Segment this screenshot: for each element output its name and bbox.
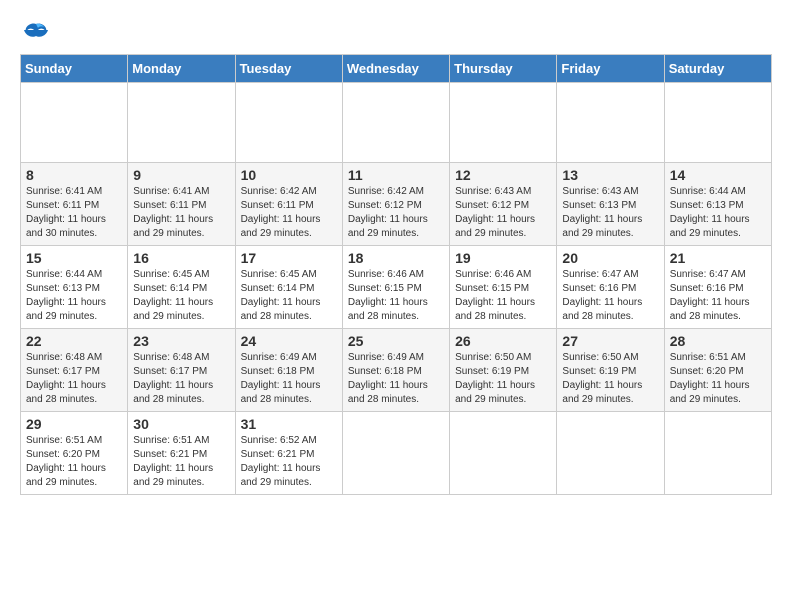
- calendar-cell: 19 Sunrise: 6:46 AMSunset: 6:15 PMDaylig…: [450, 246, 557, 329]
- logo-bird-icon: [22, 20, 50, 48]
- day-info: Sunrise: 6:44 AMSunset: 6:13 PMDaylight:…: [26, 269, 106, 322]
- day-info: Sunrise: 6:42 AMSunset: 6:12 PMDaylight:…: [348, 186, 428, 239]
- day-number: 13: [562, 167, 658, 183]
- calendar-cell: 29 Sunrise: 6:51 AMSunset: 6:20 PMDaylig…: [21, 412, 128, 495]
- day-number: 30: [133, 416, 229, 432]
- day-number: 25: [348, 333, 444, 349]
- day-info: Sunrise: 6:42 AMSunset: 6:11 PMDaylight:…: [241, 186, 321, 239]
- logo: [20, 20, 50, 44]
- calendar-cell: 9 Sunrise: 6:41 AMSunset: 6:11 PMDayligh…: [128, 163, 235, 246]
- week-row-4: 22 Sunrise: 6:48 AMSunset: 6:17 PMDaylig…: [21, 329, 772, 412]
- calendar-table: SundayMondayTuesdayWednesdayThursdayFrid…: [20, 54, 772, 495]
- page-header: [20, 20, 772, 44]
- day-number: 23: [133, 333, 229, 349]
- day-info: Sunrise: 6:45 AMSunset: 6:14 PMDaylight:…: [133, 269, 213, 322]
- calendar-cell: 26 Sunrise: 6:50 AMSunset: 6:19 PMDaylig…: [450, 329, 557, 412]
- calendar-cell: [342, 412, 449, 495]
- col-header-tuesday: Tuesday: [235, 55, 342, 83]
- calendar-cell: 10 Sunrise: 6:42 AMSunset: 6:11 PMDaylig…: [235, 163, 342, 246]
- day-info: Sunrise: 6:49 AMSunset: 6:18 PMDaylight:…: [348, 352, 428, 405]
- col-header-friday: Friday: [557, 55, 664, 83]
- day-info: Sunrise: 6:50 AMSunset: 6:19 PMDaylight:…: [455, 352, 535, 405]
- calendar-cell: [21, 83, 128, 163]
- day-number: 20: [562, 250, 658, 266]
- day-number: 22: [26, 333, 122, 349]
- day-info: Sunrise: 6:51 AMSunset: 6:20 PMDaylight:…: [670, 352, 750, 405]
- week-row-2: 8 Sunrise: 6:41 AMSunset: 6:11 PMDayligh…: [21, 163, 772, 246]
- day-number: 26: [455, 333, 551, 349]
- calendar-cell: 20 Sunrise: 6:47 AMSunset: 6:16 PMDaylig…: [557, 246, 664, 329]
- calendar-cell: 27 Sunrise: 6:50 AMSunset: 6:19 PMDaylig…: [557, 329, 664, 412]
- calendar-cell: 12 Sunrise: 6:43 AMSunset: 6:12 PMDaylig…: [450, 163, 557, 246]
- day-info: Sunrise: 6:46 AMSunset: 6:15 PMDaylight:…: [348, 269, 428, 322]
- calendar-cell: [450, 412, 557, 495]
- calendar-cell: 22 Sunrise: 6:48 AMSunset: 6:17 PMDaylig…: [21, 329, 128, 412]
- day-info: Sunrise: 6:43 AMSunset: 6:13 PMDaylight:…: [562, 186, 642, 239]
- day-number: 17: [241, 250, 337, 266]
- day-number: 27: [562, 333, 658, 349]
- day-number: 12: [455, 167, 551, 183]
- day-info: Sunrise: 6:51 AMSunset: 6:20 PMDaylight:…: [26, 435, 106, 488]
- week-row-5: 29 Sunrise: 6:51 AMSunset: 6:20 PMDaylig…: [21, 412, 772, 495]
- calendar-cell: 13 Sunrise: 6:43 AMSunset: 6:13 PMDaylig…: [557, 163, 664, 246]
- day-number: 11: [348, 167, 444, 183]
- day-number: 8: [26, 167, 122, 183]
- day-number: 14: [670, 167, 766, 183]
- calendar-cell: [664, 83, 771, 163]
- day-info: Sunrise: 6:48 AMSunset: 6:17 PMDaylight:…: [26, 352, 106, 405]
- calendar-cell: 14 Sunrise: 6:44 AMSunset: 6:13 PMDaylig…: [664, 163, 771, 246]
- calendar-cell: 24 Sunrise: 6:49 AMSunset: 6:18 PMDaylig…: [235, 329, 342, 412]
- day-number: 31: [241, 416, 337, 432]
- calendar-cell: 8 Sunrise: 6:41 AMSunset: 6:11 PMDayligh…: [21, 163, 128, 246]
- day-info: Sunrise: 6:45 AMSunset: 6:14 PMDaylight:…: [241, 269, 321, 322]
- day-info: Sunrise: 6:46 AMSunset: 6:15 PMDaylight:…: [455, 269, 535, 322]
- calendar-cell: [557, 83, 664, 163]
- col-header-wednesday: Wednesday: [342, 55, 449, 83]
- week-row-3: 15 Sunrise: 6:44 AMSunset: 6:13 PMDaylig…: [21, 246, 772, 329]
- calendar-cell: [342, 83, 449, 163]
- day-info: Sunrise: 6:50 AMSunset: 6:19 PMDaylight:…: [562, 352, 642, 405]
- day-info: Sunrise: 6:47 AMSunset: 6:16 PMDaylight:…: [670, 269, 750, 322]
- day-info: Sunrise: 6:44 AMSunset: 6:13 PMDaylight:…: [670, 186, 750, 239]
- day-info: Sunrise: 6:41 AMSunset: 6:11 PMDaylight:…: [26, 186, 106, 239]
- calendar-cell: 16 Sunrise: 6:45 AMSunset: 6:14 PMDaylig…: [128, 246, 235, 329]
- day-number: 29: [26, 416, 122, 432]
- day-info: Sunrise: 6:49 AMSunset: 6:18 PMDaylight:…: [241, 352, 321, 405]
- calendar-cell: [664, 412, 771, 495]
- day-info: Sunrise: 6:47 AMSunset: 6:16 PMDaylight:…: [562, 269, 642, 322]
- day-number: 15: [26, 250, 122, 266]
- week-row-1: [21, 83, 772, 163]
- calendar-cell: [450, 83, 557, 163]
- day-info: Sunrise: 6:52 AMSunset: 6:21 PMDaylight:…: [241, 435, 321, 488]
- calendar-cell: 28 Sunrise: 6:51 AMSunset: 6:20 PMDaylig…: [664, 329, 771, 412]
- calendar-cell: 11 Sunrise: 6:42 AMSunset: 6:12 PMDaylig…: [342, 163, 449, 246]
- calendar-cell: 15 Sunrise: 6:44 AMSunset: 6:13 PMDaylig…: [21, 246, 128, 329]
- calendar-cell: 21 Sunrise: 6:47 AMSunset: 6:16 PMDaylig…: [664, 246, 771, 329]
- col-header-monday: Monday: [128, 55, 235, 83]
- day-number: 9: [133, 167, 229, 183]
- calendar-cell: 31 Sunrise: 6:52 AMSunset: 6:21 PMDaylig…: [235, 412, 342, 495]
- day-info: Sunrise: 6:43 AMSunset: 6:12 PMDaylight:…: [455, 186, 535, 239]
- col-header-saturday: Saturday: [664, 55, 771, 83]
- col-header-thursday: Thursday: [450, 55, 557, 83]
- day-number: 21: [670, 250, 766, 266]
- day-info: Sunrise: 6:41 AMSunset: 6:11 PMDaylight:…: [133, 186, 213, 239]
- calendar-cell: [128, 83, 235, 163]
- day-number: 28: [670, 333, 766, 349]
- calendar-cell: 18 Sunrise: 6:46 AMSunset: 6:15 PMDaylig…: [342, 246, 449, 329]
- day-info: Sunrise: 6:51 AMSunset: 6:21 PMDaylight:…: [133, 435, 213, 488]
- day-number: 10: [241, 167, 337, 183]
- calendar-cell: 23 Sunrise: 6:48 AMSunset: 6:17 PMDaylig…: [128, 329, 235, 412]
- calendar-cell: 17 Sunrise: 6:45 AMSunset: 6:14 PMDaylig…: [235, 246, 342, 329]
- calendar-cell: [235, 83, 342, 163]
- day-number: 19: [455, 250, 551, 266]
- calendar-cell: 25 Sunrise: 6:49 AMSunset: 6:18 PMDaylig…: [342, 329, 449, 412]
- day-number: 18: [348, 250, 444, 266]
- day-number: 16: [133, 250, 229, 266]
- col-header-sunday: Sunday: [21, 55, 128, 83]
- calendar-cell: 30 Sunrise: 6:51 AMSunset: 6:21 PMDaylig…: [128, 412, 235, 495]
- day-number: 24: [241, 333, 337, 349]
- day-info: Sunrise: 6:48 AMSunset: 6:17 PMDaylight:…: [133, 352, 213, 405]
- calendar-cell: [557, 412, 664, 495]
